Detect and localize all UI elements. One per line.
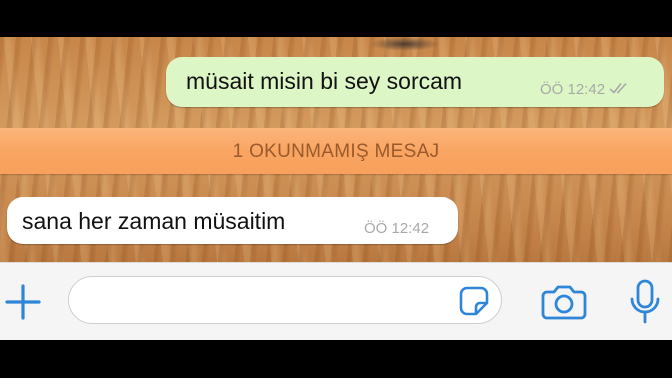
message-text: sana her zaman müsaitim [22, 208, 286, 234]
message-time: ÖÖ 12:42 [364, 220, 430, 237]
message-time: ÖÖ 12:42 [540, 81, 606, 98]
double-check-icon [609, 81, 631, 99]
unread-messages-label: 1 OKUNMAMIŞ MESAJ [232, 141, 440, 162]
sticker-icon[interactable] [459, 286, 489, 316]
camera-icon[interactable] [541, 284, 587, 320]
outgoing-message-bubble[interactable]: müsait misin bi sey sorcam ÖÖ 12:42 [166, 57, 664, 107]
message-meta: ÖÖ 12:42 [540, 81, 631, 99]
message-input-bar [0, 262, 672, 341]
message-input[interactable] [68, 276, 502, 324]
microphone-icon[interactable] [628, 279, 662, 325]
top-black-bar [0, 0, 672, 37]
incoming-message-bubble[interactable]: sana her zaman müsaitim ÖÖ 12:42 [7, 197, 458, 244]
message-meta: ÖÖ 12:42 [364, 220, 429, 238]
plus-icon[interactable] [4, 283, 42, 321]
unread-messages-banner: 1 OKUNMAMIŞ MESAJ [0, 128, 672, 174]
bottom-black-bar [0, 340, 672, 378]
message-text: müsait misin bi sey sorcam [186, 68, 463, 94]
